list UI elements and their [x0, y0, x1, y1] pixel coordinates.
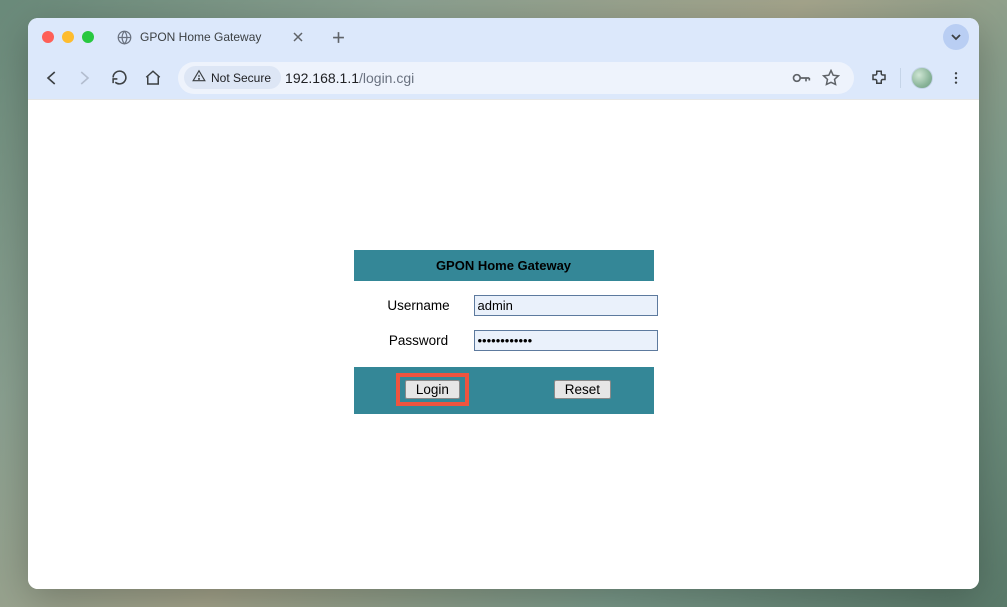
globe-icon — [116, 29, 132, 45]
browser-tab[interactable]: GPON Home Gateway — [108, 21, 318, 53]
forward-button[interactable] — [70, 63, 100, 93]
tab-bar: GPON Home Gateway — [28, 18, 979, 56]
login-header: GPON Home Gateway — [354, 250, 654, 281]
password-key-icon[interactable] — [788, 65, 814, 91]
login-footer: Login Reset — [354, 367, 654, 414]
extensions-icon[interactable] — [864, 63, 894, 93]
security-label: Not Secure — [211, 71, 271, 85]
password-row: Password — [364, 330, 644, 351]
username-label: Username — [364, 298, 474, 313]
page-viewport: GPON Home Gateway Username Password Logi… — [28, 99, 979, 589]
url-text: 192.168.1.1/login.cgi — [285, 70, 784, 86]
minimize-window-button[interactable] — [62, 31, 74, 43]
login-button[interactable]: Login — [405, 380, 460, 399]
close-window-button[interactable] — [42, 31, 54, 43]
new-tab-button[interactable] — [324, 23, 352, 51]
chevron-down-icon[interactable] — [943, 24, 969, 50]
profile-avatar[interactable] — [907, 63, 937, 93]
maximize-window-button[interactable] — [82, 31, 94, 43]
warning-icon — [192, 69, 206, 86]
password-input[interactable] — [474, 330, 658, 351]
url-host: 192.168.1.1 — [285, 70, 359, 86]
login-panel: GPON Home Gateway Username Password Logi… — [354, 250, 654, 414]
close-tab-icon[interactable] — [290, 29, 306, 45]
bookmark-star-icon[interactable] — [818, 65, 844, 91]
password-label: Password — [364, 333, 474, 348]
reload-button[interactable] — [104, 63, 134, 93]
browser-window: GPON Home Gateway — [28, 18, 979, 589]
url-path: /login.cgi — [359, 70, 414, 86]
kebab-menu-icon[interactable] — [941, 63, 971, 93]
toolbar-divider — [900, 68, 901, 88]
username-input[interactable] — [474, 295, 658, 316]
tab-title: GPON Home Gateway — [140, 30, 282, 44]
back-button[interactable] — [36, 63, 66, 93]
window-controls — [42, 31, 94, 43]
username-row: Username — [364, 295, 644, 316]
reset-button[interactable]: Reset — [554, 380, 611, 399]
login-highlight: Login — [396, 373, 469, 406]
login-form: Username Password — [354, 281, 654, 367]
toolbar: Not Secure 192.168.1.1/login.cgi — [28, 56, 979, 99]
address-bar[interactable]: Not Secure 192.168.1.1/login.cgi — [178, 62, 854, 94]
home-button[interactable] — [138, 63, 168, 93]
security-indicator[interactable]: Not Secure — [184, 66, 281, 89]
